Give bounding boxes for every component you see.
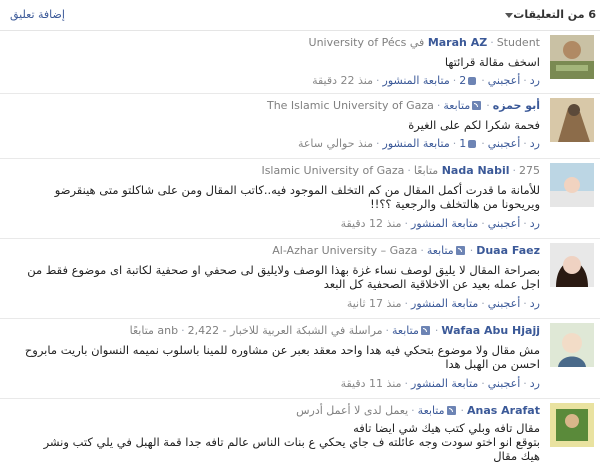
- comment-text: اسخف مقالة قرائتها: [444, 55, 540, 69]
- author-meta: Student في University of Pécs: [308, 36, 540, 49]
- follow-author-link[interactable]: متابعة: [418, 404, 445, 417]
- comment-item: Duaa Faez·متابعة·Al-Azhar University – G…: [0, 239, 600, 319]
- comment-time[interactable]: منذ 11 دقيقة: [341, 377, 402, 390]
- comments-count-dropdown[interactable]: 6 من التعليقات: [501, 8, 596, 21]
- like-count[interactable]: 1: [459, 137, 466, 150]
- comment-text-line: اجل عمله بعيد عن الاخلاقية الصحفية كل ال…: [323, 277, 540, 291]
- avatar[interactable]: [550, 243, 594, 287]
- follow-post-link[interactable]: متابعة المنشور: [411, 297, 478, 310]
- comment-text: فحمة شكرا لكم على الغيرة: [408, 118, 540, 132]
- author-meta: Islamic University of Gaza: [261, 164, 405, 177]
- rss-icon: [446, 406, 456, 415]
- comment-author[interactable]: Wafaa Abu Hjajj: [441, 324, 540, 337]
- like-link[interactable]: أعجبني: [488, 377, 521, 390]
- comment-text-line: ويريحونا من هالتخلف والرجعية ؟؟!!: [370, 197, 540, 211]
- comments-header: 6 من التعليقات إضافة تعليق: [0, 0, 600, 31]
- avatar[interactable]: [550, 163, 594, 207]
- reply-link[interactable]: رد: [530, 137, 540, 150]
- avatar[interactable]: [550, 98, 594, 142]
- comment-text-line: مقال تافه وبلي كتب هيك شي ايضا تافه: [353, 421, 540, 435]
- avatar[interactable]: [550, 35, 594, 79]
- avatar[interactable]: [550, 323, 594, 367]
- comment-author[interactable]: Duaa Faez: [476, 244, 540, 257]
- comment-text-line: هيك مقال: [493, 449, 540, 463]
- comment-time[interactable]: منذ 22 دقيقة: [312, 74, 373, 87]
- follow-author-link[interactable]: متابعة: [443, 99, 470, 112]
- comment-text-line: مش مقال ولا موضوع بتحكي فيه هدا واحد معق…: [24, 343, 540, 357]
- comment-time[interactable]: منذ 17 ثانية: [347, 297, 402, 310]
- comment-author[interactable]: Marah AZ: [428, 36, 487, 49]
- comment-time[interactable]: منذ حوالي ساعة: [298, 137, 373, 150]
- author-meta: The Islamic University of Gaza: [266, 99, 434, 112]
- follow-author-link[interactable]: متابعة: [427, 244, 454, 257]
- follow-post-link[interactable]: متابعة المنشور: [411, 217, 478, 230]
- comment-author[interactable]: Nada Nabil: [442, 164, 510, 177]
- rss-icon: [420, 326, 430, 335]
- comment-item: أبو حمزه·متابعة·The Islamic University o…: [0, 94, 600, 159]
- comment-text-line: للأمانة ما قدرت أكمل المقال من كم التخلف…: [54, 183, 540, 197]
- reply-link[interactable]: رد: [530, 217, 540, 230]
- comment-author[interactable]: Anas Arafat: [467, 404, 540, 417]
- like-link[interactable]: أعجبني: [488, 74, 521, 87]
- comment-text-line: احسن من الهبل هدا: [445, 357, 540, 371]
- rss-icon: [472, 101, 482, 110]
- rss-icon: [455, 246, 465, 255]
- comment-item: Nada Nabil ·275 متابعًا·Islamic Universit…: [0, 159, 600, 239]
- avatar[interactable]: [550, 403, 594, 447]
- comments-count-label: 6 من التعليقات: [513, 8, 596, 21]
- follow-author-link[interactable]: متابعة: [392, 324, 419, 337]
- comment-author[interactable]: أبو حمزه: [493, 99, 540, 112]
- follow-post-link[interactable]: متابعة المنشور: [383, 137, 450, 150]
- like-link[interactable]: أعجبني: [488, 217, 521, 230]
- comment-text-line: بتوقع انو اختو سودت وجه عائلته ف جاي يحك…: [43, 435, 540, 449]
- comment-time[interactable]: منذ 12 دقيقة: [341, 217, 402, 230]
- like-icon: [468, 140, 477, 148]
- like-link[interactable]: أعجبني: [488, 137, 521, 150]
- follow-post-link[interactable]: متابعة المنشور: [383, 74, 450, 87]
- comment-item: Marah AZ ·Student في University of Pécs ا…: [0, 31, 600, 94]
- follow-post-link[interactable]: متابعة المنشور: [411, 377, 478, 390]
- author-meta: Al-Azhar University – Gaza: [272, 244, 418, 257]
- comment-item: Wafaa Abu Hjajj·متابعة·مراسلة في الشبكة …: [0, 319, 600, 399]
- like-icon: [468, 77, 477, 85]
- reply-link[interactable]: رد: [530, 297, 540, 310]
- add-comment-link[interactable]: إضافة تعليق: [10, 8, 65, 21]
- like-count[interactable]: 2: [459, 74, 466, 87]
- comment-text-line: بصراحة المقال لا يليق لوصف نساء غزة بهذا…: [27, 263, 540, 277]
- reply-link[interactable]: رد: [530, 377, 540, 390]
- author-meta: يعمل لدى لا أعمل أدرس: [296, 404, 409, 417]
- like-link[interactable]: أعجبني: [488, 297, 521, 310]
- comment-item: Anas Arafat·متابعة·يعمل لدى لا أعمل أدرس…: [0, 399, 600, 463]
- reply-link[interactable]: رد: [530, 74, 540, 87]
